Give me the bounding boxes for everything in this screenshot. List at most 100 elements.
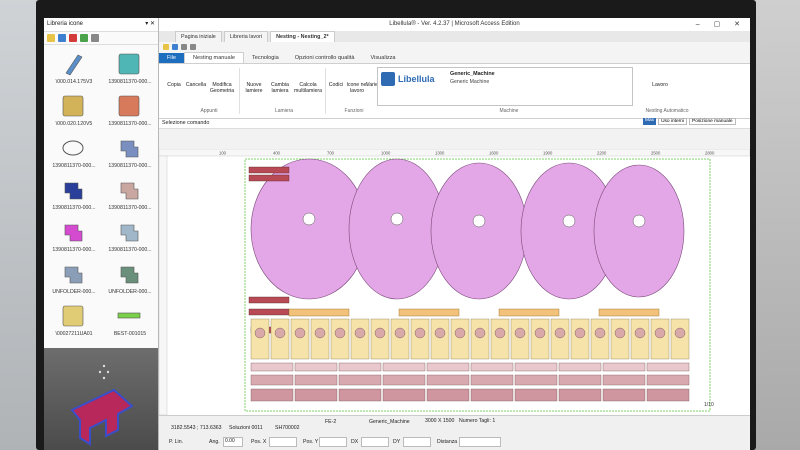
part[interactable]: [430, 318, 450, 360]
part[interactable]: [590, 318, 610, 360]
tab-home[interactable]: Pagina iniziale: [175, 31, 222, 42]
part[interactable]: [426, 388, 470, 402]
part[interactable]: [630, 318, 650, 360]
part[interactable]: [250, 318, 270, 360]
library-item[interactable]: 1390811370-000...: [104, 49, 156, 93]
part[interactable]: [602, 374, 646, 386]
multi-sheet-button[interactable]: Calcola multilamiera: [291, 67, 325, 94]
part[interactable]: [650, 318, 670, 360]
part[interactable]: [290, 318, 310, 360]
part[interactable]: [382, 362, 426, 372]
library-item[interactable]: \00027211UA01: [48, 301, 100, 345]
pos-x-input[interactable]: [269, 437, 297, 447]
part[interactable]: [390, 318, 410, 360]
library-item[interactable]: 1390811370-000...: [48, 175, 100, 219]
part[interactable]: [398, 308, 460, 317]
internal-use-button[interactable]: Uso interni: [658, 118, 687, 125]
change-sheet-button[interactable]: Cambia lamiera: [267, 67, 293, 94]
pos-y-input[interactable]: [319, 437, 347, 447]
library-item[interactable]: UNFOLDER-000...: [48, 259, 100, 303]
tab-file[interactable]: File: [159, 53, 185, 63]
window-controls[interactable]: – ▢ ✕: [696, 20, 746, 28]
part[interactable]: [514, 374, 558, 386]
part[interactable]: [514, 388, 558, 402]
nesting-drawing[interactable]: 100 400 700 1000 1300 1600 1900 2200 2500 2800 1/1…: [158, 148, 750, 416]
settings-icon[interactable]: [91, 34, 99, 42]
part[interactable]: [248, 174, 290, 182]
part[interactable]: [610, 318, 630, 360]
part[interactable]: [248, 308, 290, 316]
part[interactable]: [348, 158, 446, 300]
nesting-canvas[interactable]: 100 400 700 1000 1300 1600 1900 2200 2500 2800 1/1…: [158, 148, 750, 416]
part[interactable]: [558, 374, 602, 386]
part[interactable]: [602, 362, 646, 372]
tab-view[interactable]: Visualizza: [362, 53, 403, 63]
part[interactable]: [530, 318, 550, 360]
part[interactable]: [550, 318, 570, 360]
part[interactable]: [294, 388, 338, 402]
part[interactable]: [248, 166, 290, 174]
part[interactable]: [370, 318, 390, 360]
part[interactable]: [310, 318, 330, 360]
open-icon[interactable]: [163, 44, 169, 50]
part[interactable]: [410, 318, 430, 360]
part[interactable]: [510, 318, 530, 360]
undo-icon[interactable]: [181, 44, 187, 50]
part[interactable]: [646, 374, 690, 386]
part[interactable]: [470, 318, 490, 360]
part[interactable]: [330, 318, 350, 360]
part[interactable]: [498, 308, 560, 317]
part[interactable]: [250, 362, 294, 372]
part[interactable]: [470, 362, 514, 372]
part[interactable]: [350, 318, 370, 360]
part[interactable]: [430, 162, 528, 300]
machine-selector[interactable]: Libellula Generic_Machine Generic Machin…: [377, 67, 633, 106]
delete-button[interactable]: Cancella: [183, 67, 209, 88]
codes-button[interactable]: Codici: [325, 67, 347, 88]
part[interactable]: [598, 308, 660, 317]
manual-position-button[interactable]: Posizione manuale: [689, 118, 736, 125]
tab-manual-nesting[interactable]: Nesting manuale: [184, 52, 244, 63]
part[interactable]: [602, 388, 646, 402]
part[interactable]: [514, 362, 558, 372]
part[interactable]: [294, 374, 338, 386]
library-item[interactable]: \000.014.175V3: [48, 49, 100, 93]
edit-geometry-button[interactable]: Modifica Geometria: [207, 67, 237, 94]
library-item[interactable]: BEST-001015: [104, 301, 156, 345]
part[interactable]: [250, 374, 294, 386]
angle-input[interactable]: 0.00: [223, 437, 243, 447]
part[interactable]: [338, 388, 382, 402]
library-item[interactable]: 1390811370-000...: [104, 217, 156, 261]
part[interactable]: [470, 388, 514, 402]
close-icon[interactable]: ▾ ✕: [145, 18, 155, 31]
part[interactable]: [426, 374, 470, 386]
part[interactable]: [382, 388, 426, 402]
part[interactable]: [558, 388, 602, 402]
part[interactable]: [250, 388, 294, 402]
tab-nesting[interactable]: Nesting - Nesting_2*: [270, 31, 335, 42]
part[interactable]: [558, 362, 602, 372]
library-item[interactable]: UNFOLDER-000...: [104, 259, 156, 303]
part[interactable]: [450, 318, 470, 360]
part[interactable]: [646, 388, 690, 402]
library-item[interactable]: 1390811370-000...: [48, 217, 100, 261]
tab-quality-control[interactable]: Opzioni controllo qualità: [287, 53, 363, 63]
part[interactable]: [470, 374, 514, 386]
tab-job-library[interactable]: Libreria lavori: [223, 31, 269, 42]
part[interactable]: [338, 362, 382, 372]
distance-input[interactable]: [459, 437, 501, 447]
library-item[interactable]: \000.020.120V5: [48, 91, 100, 135]
new-sheets-button[interactable]: Nuove lamiere: [241, 67, 267, 94]
delete-icon[interactable]: [69, 34, 77, 42]
library-item[interactable]: 1390811370-000...: [104, 175, 156, 219]
part[interactable]: [288, 308, 350, 317]
refresh-icon[interactable]: [58, 34, 66, 42]
dy-input[interactable]: [403, 437, 431, 447]
max-button[interactable]: Max: [643, 118, 657, 125]
library-item[interactable]: 1390811370-000...: [48, 133, 100, 177]
folder-icon[interactable]: [47, 34, 55, 42]
part[interactable]: [294, 362, 338, 372]
part[interactable]: [248, 296, 290, 304]
job-button[interactable]: Lavoro: [647, 67, 673, 88]
part[interactable]: [490, 318, 510, 360]
